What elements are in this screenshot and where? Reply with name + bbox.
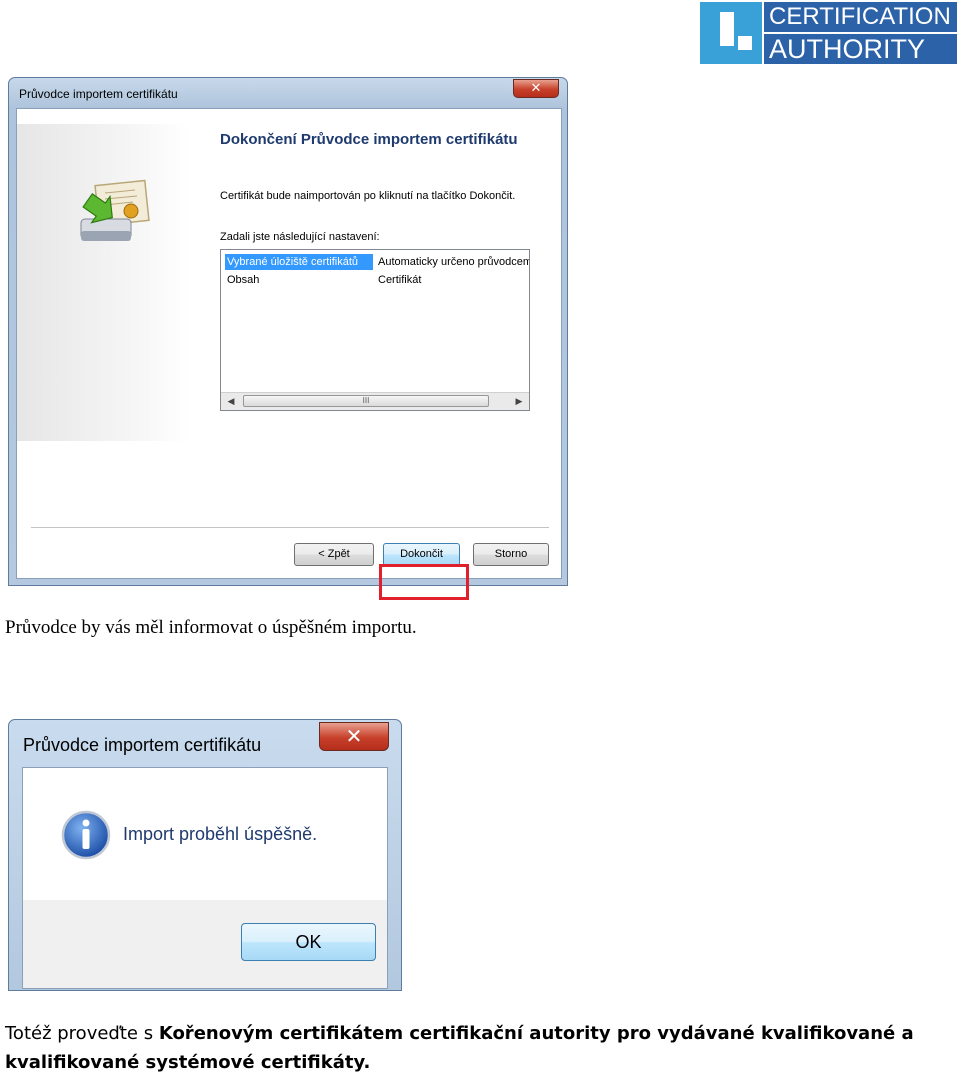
certification-authority-logo: CERTIFICATION AUTHORITY (700, 2, 957, 64)
list-item-key: Obsah (227, 274, 260, 286)
wizard-side-panel (17, 124, 191, 441)
back-button[interactable]: < Zpět (294, 543, 374, 566)
list-item-value: Certifikát (378, 274, 422, 286)
finish-button[interactable]: Dokončit (383, 543, 460, 566)
scroll-thumb[interactable]: III (243, 395, 489, 407)
logo-mark-icon (700, 2, 762, 64)
wizard-description: Certifikát bude naimportován po kliknutí… (220, 190, 516, 202)
dialog-message: Import proběhl úspěšně. (123, 824, 318, 844)
list-item-key: Vybrané úložiště certifikátů (225, 254, 373, 270)
settings-list[interactable]: Vybrané úložiště certifikátů Automaticky… (220, 249, 530, 411)
settings-label: Zadali jste následující nastavení: (220, 231, 380, 243)
dialog-close-button[interactable]: ✕ (319, 722, 389, 751)
footer-divider (31, 527, 549, 529)
logo-line-2: AUTHORITY (764, 34, 957, 64)
info-icon (61, 810, 111, 860)
instruction-prefix: Totéž proveďte s (5, 1023, 159, 1044)
dialog-client-area: Import proběhl úspěšně. OK (22, 767, 388, 989)
horizontal-scrollbar[interactable]: ◀ III ▶ (221, 392, 529, 410)
cancel-button[interactable]: Storno (473, 543, 549, 566)
certificate-import-icon (80, 179, 150, 241)
scroll-left-icon[interactable]: ◀ (223, 393, 239, 410)
wizard-client-area: Dokončení Průvodce importem certifikátu … (16, 108, 562, 600)
instruction-paragraph: Totéž proveďte s Kořenovým certifikátem … (5, 1019, 955, 1077)
import-wizard-window: Průvodce importem certifikátu ✕ Dokončen… (8, 77, 568, 600)
dialog-title: Průvodce importem certifikátu (23, 735, 262, 755)
close-icon: ✕ (345, 724, 363, 748)
scroll-right-icon[interactable]: ▶ (511, 393, 527, 410)
close-button[interactable]: ✕ (513, 79, 559, 98)
wizard-heading: Dokončení Průvodce importem certifikátu (220, 131, 518, 148)
finish-highlight-box (379, 564, 469, 600)
close-icon: ✕ (530, 81, 542, 96)
list-item-value: Automaticky určeno průvodcem (378, 256, 530, 268)
logo-line-1: CERTIFICATION (764, 2, 957, 32)
caption-text: Průvodce by vás měl informovat o úspěšné… (5, 617, 417, 638)
ok-button[interactable]: OK (241, 923, 376, 961)
success-message-dialog: Průvodce importem certifikátu ✕ Import p… (8, 719, 402, 991)
window-title: Průvodce importem certifikátu (19, 87, 178, 101)
